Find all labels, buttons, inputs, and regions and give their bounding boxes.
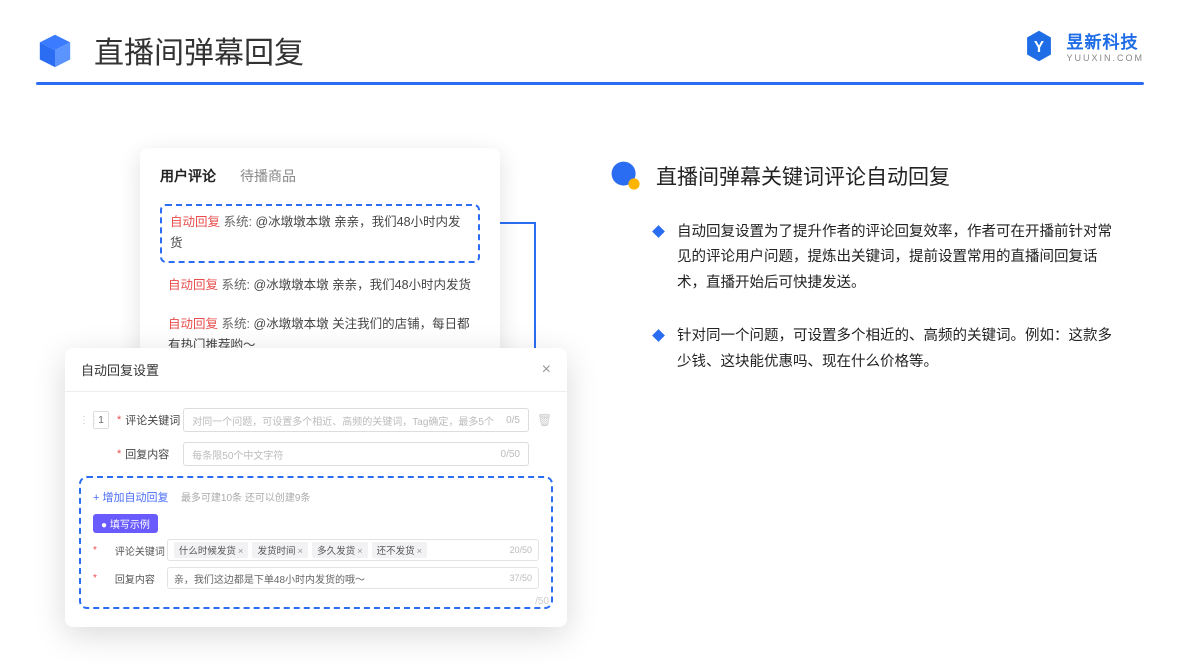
reply-text: @冰墩墩本墩 亲亲，我们48小时内发货	[253, 278, 471, 292]
ex-ct-input[interactable]: 亲，我们这边都是下单48小时内发货的哦～ 37/50	[167, 567, 539, 589]
content-label: 回复内容	[125, 446, 183, 462]
add-auto-reply-link[interactable]: + 增加自动回复	[93, 492, 168, 504]
header-divider	[36, 82, 1144, 85]
kw-tag[interactable]: 还不发货×	[372, 542, 428, 558]
connector-line	[498, 222, 536, 224]
add-hint: 最多可建10条 还可以创建9条	[181, 493, 310, 504]
required-dot: *	[93, 545, 97, 556]
delete-icon[interactable]: 🗑	[537, 413, 553, 427]
brand-name: 昱新科技	[1066, 28, 1144, 53]
content-input[interactable]: 每条限50个中文字符 0/50	[183, 442, 529, 466]
close-icon[interactable]: ×	[542, 361, 551, 379]
example-box: + 增加自动回复 最多可建10条 还可以创建9条 ● 填写示例 * 评论关键词 …	[79, 476, 553, 609]
keyword-input[interactable]: 对同一个问题，可设置多个相近、高频的关键词，Tag确定，最多5个 0/5	[183, 408, 529, 432]
tab-comments[interactable]: 用户评论	[160, 166, 216, 190]
kw-tag[interactable]: 多久发货×	[312, 542, 368, 558]
modal-title: 自动回复设置	[81, 360, 159, 379]
diamond-bullet-icon	[652, 329, 665, 342]
required-dot: *	[93, 573, 97, 584]
reply-row-highlight: 自动回复 系统: @冰墩墩本墩 亲亲，我们48小时内发货	[160, 204, 480, 263]
side-count: /50	[535, 596, 549, 607]
ex-kw-count: 20/50	[509, 545, 532, 555]
keyword-count: 0/5	[506, 415, 520, 426]
bullet-text: 自动回复设置为了提升作者的评论回复效率，作者可在开播前针对常见的评论用户问题，提…	[677, 220, 1120, 296]
kw-tag[interactable]: 什么时候发货×	[174, 542, 249, 558]
sys-label: 系统:	[222, 278, 250, 292]
auto-reply-tag: 自动回复	[168, 317, 218, 331]
ex-ct-label: 回复内容	[115, 571, 167, 586]
bullet-text: 针对同一个问题，可设置多个相近的、高频的关键词。例如：这款多少钱、这块能优惠吗、…	[677, 324, 1120, 375]
required-dot: *	[117, 448, 121, 460]
drag-handle-icon[interactable]: ⋮⋮	[79, 415, 93, 426]
sys-label: 系统:	[224, 215, 252, 229]
brand-block: Y 昱新科技 YUUXIN.COM	[1022, 28, 1144, 63]
reply-row: 自动回复 系统: @冰墩墩本墩 亲亲，我们48小时内发货	[160, 269, 480, 302]
tab-products[interactable]: 待播商品	[240, 166, 296, 190]
required-dot: *	[117, 414, 121, 426]
diamond-bullet-icon	[652, 225, 665, 238]
ex-ct-text: 亲，我们这边都是下单48小时内发货的哦～	[174, 571, 365, 586]
content-placeholder: 每条限50个中文字符	[192, 447, 283, 462]
brand-icon: Y	[1022, 29, 1056, 63]
section-title: 直播间弹幕关键词评论自动回复	[656, 161, 950, 191]
cube-logo-icon	[36, 31, 74, 69]
brand-url: YUUXIN.COM	[1066, 53, 1144, 63]
chat-bubble-icon	[610, 160, 642, 192]
keyword-label: 评论关键词	[125, 412, 183, 428]
content-count: 0/50	[501, 449, 520, 460]
auto-reply-tag: 自动回复	[168, 278, 218, 292]
row-number: 1	[93, 411, 109, 429]
auto-reply-settings-modal: 自动回复设置 × ⋮⋮ 1 * 评论关键词 对同一个问题，可设置多个相近、高频的…	[65, 348, 567, 627]
page-title: 直播间弹幕回复	[94, 28, 304, 72]
bullet-item: 针对同一个问题，可设置多个相近的、高频的关键词。例如：这款多少钱、这块能优惠吗、…	[610, 324, 1120, 375]
kw-tag[interactable]: 发货时间×	[252, 542, 308, 558]
auto-reply-tag: 自动回复	[170, 215, 220, 229]
bullet-item: 自动回复设置为了提升作者的评论回复效率，作者可在开播前针对常见的评论用户问题，提…	[610, 220, 1120, 296]
example-badge: ● 填写示例	[93, 514, 158, 533]
ex-ct-count: 37/50	[509, 573, 532, 583]
keyword-placeholder: 对同一个问题，可设置多个相近、高频的关键词，Tag确定，最多5个	[192, 413, 494, 428]
ex-kw-input[interactable]: 什么时候发货× 发货时间× 多久发货× 还不发货× 20/50	[167, 539, 539, 561]
sys-label: 系统:	[222, 317, 250, 331]
svg-text:Y: Y	[1034, 38, 1044, 55]
ex-kw-label: 评论关键词	[115, 543, 167, 558]
